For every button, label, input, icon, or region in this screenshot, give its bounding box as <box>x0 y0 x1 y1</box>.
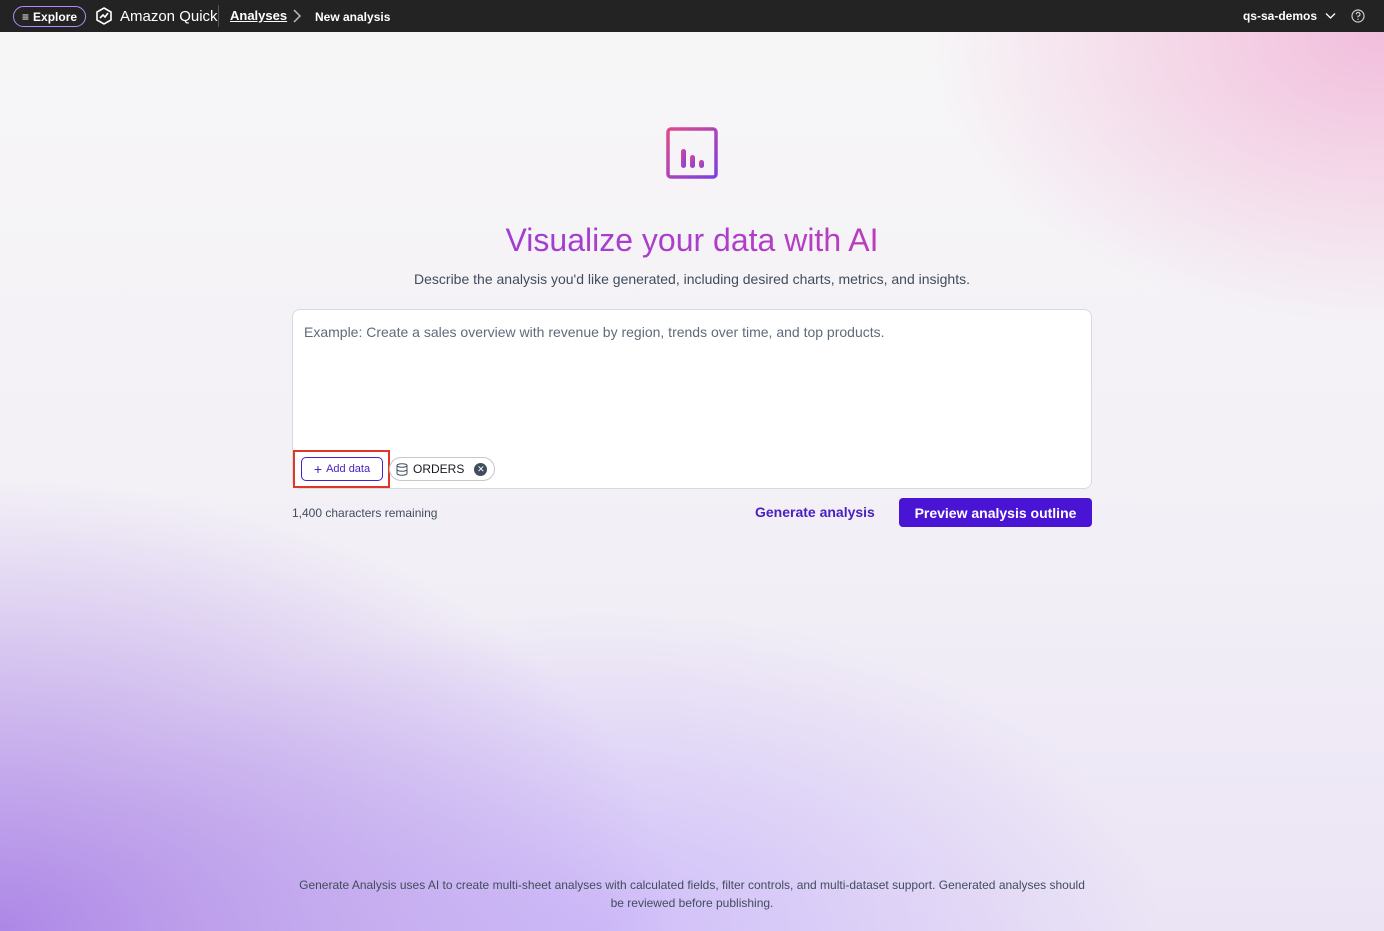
dataset-chip[interactable]: ORDERS ✕ <box>389 457 496 481</box>
chevron-right-icon <box>293 9 302 23</box>
amazon-quick-logo-icon <box>96 7 112 25</box>
database-icon <box>396 462 408 476</box>
breadcrumb-current: New analysis <box>315 10 391 24</box>
brand-name: Amazon Quick <box>120 7 218 25</box>
prompt-placeholder[interactable]: Example: Create a sales overview with re… <box>304 324 885 340</box>
explore-button[interactable]: ≡ Explore <box>13 6 87 27</box>
account-name: qs-sa-demos <box>1242 9 1317 23</box>
generate-analysis-button[interactable]: Generate analysis <box>755 504 875 520</box>
plus-icon: + <box>313 461 323 477</box>
account-menu[interactable]: qs-sa-demos <box>1243 9 1336 23</box>
chart-window-icon <box>666 127 718 179</box>
prompt-textarea[interactable]: Example: Create a sales overview with re… <box>292 309 1092 489</box>
footer-disclaimer: Generate Analysis uses AI to create mult… <box>299 878 1085 910</box>
preview-analysis-outline-button[interactable]: Preview analysis outline <box>899 498 1092 527</box>
add-data-label: Add data <box>326 463 371 475</box>
top-navigation-bar: ≡ Explore Amazon Quick Analyses New anal… <box>0 0 1384 32</box>
dataset-chip-label: ORDERS <box>413 462 465 476</box>
chevron-down-icon <box>1325 13 1336 19</box>
brand[interactable]: Amazon Quick <box>94 6 218 26</box>
help-icon[interactable] <box>1351 9 1365 23</box>
page-title: Visualize your data with AI <box>0 222 1384 259</box>
breadcrumb-analyses-link[interactable]: Analyses <box>230 8 287 23</box>
add-data-button[interactable]: + Add data <box>301 457 383 481</box>
close-icon[interactable]: ✕ <box>474 462 488 476</box>
menu-icon: ≡ <box>22 9 30 24</box>
explore-label: Explore <box>33 9 78 24</box>
character-counter: 1,400 characters remaining <box>292 506 438 520</box>
page-subtitle: Describe the analysis you'd like generat… <box>414 271 970 287</box>
divider <box>218 5 219 27</box>
